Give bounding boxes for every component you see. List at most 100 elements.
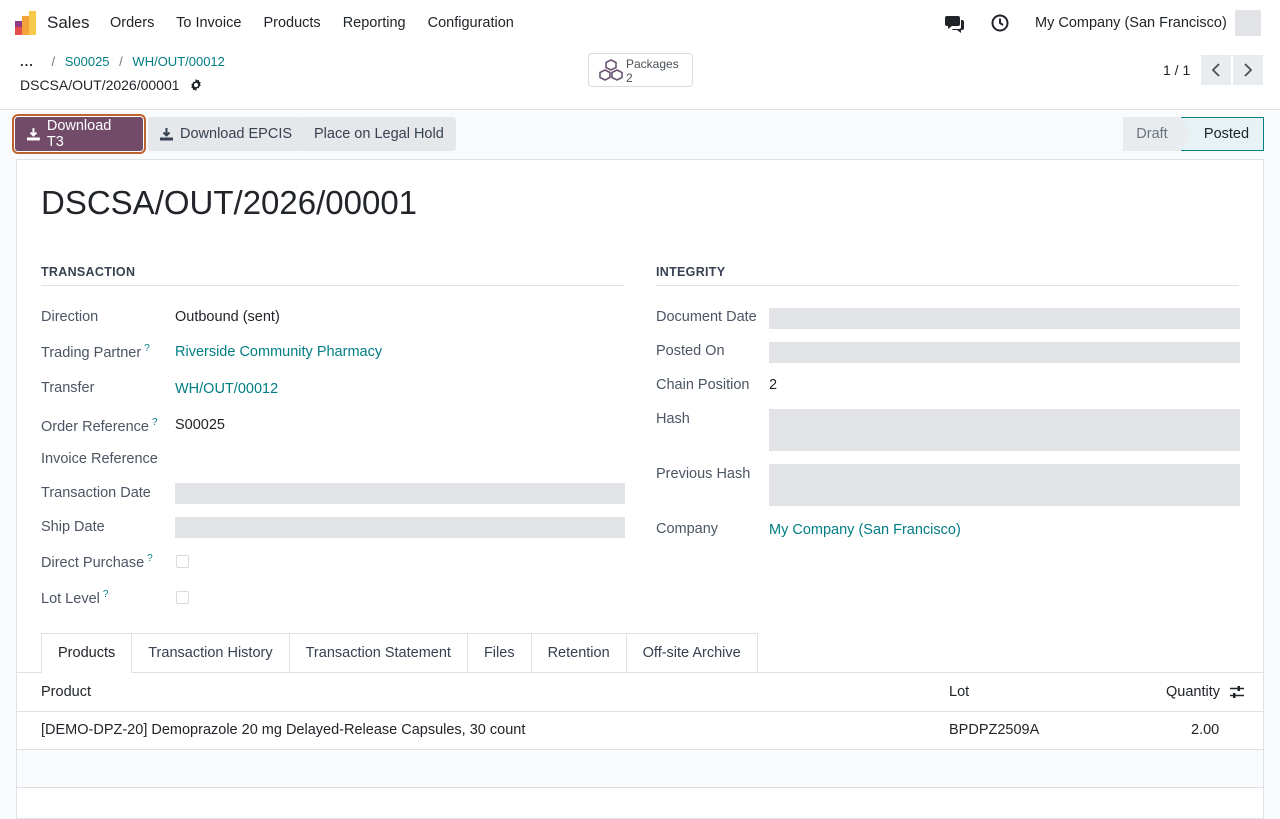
clock-icon[interactable] bbox=[990, 13, 1010, 33]
column-header-quantity[interactable]: Quantity bbox=[1166, 684, 1220, 700]
hash-field[interactable] bbox=[769, 409, 1240, 451]
breadcrumb-transfer[interactable]: WH/OUT/00012 bbox=[132, 54, 224, 69]
chain-position-value[interactable]: 2 bbox=[769, 377, 777, 393]
current-record-name: DSCSA/OUT/2026/00001 bbox=[20, 77, 180, 93]
company-label: Company bbox=[656, 521, 719, 537]
download-epcis-label: Download EPCIS bbox=[180, 126, 293, 142]
column-settings-icon[interactable] bbox=[1229, 684, 1245, 700]
app-name[interactable]: Sales bbox=[47, 13, 90, 33]
chevron-left-icon bbox=[1211, 63, 1220, 77]
transaction-date-label: Transaction Date bbox=[41, 485, 151, 501]
breadcrumb-separator: / bbox=[119, 54, 123, 69]
tab-retention[interactable]: Retention bbox=[531, 633, 627, 673]
gear-icon[interactable] bbox=[189, 78, 203, 92]
packages-label: Packages bbox=[626, 57, 679, 71]
notebook-tabs: Products Transaction History Transaction… bbox=[41, 633, 758, 673]
packages-icon bbox=[599, 59, 623, 81]
transaction-date-field[interactable] bbox=[175, 483, 625, 504]
menu-configuration[interactable]: Configuration bbox=[428, 15, 514, 31]
lot-level-checkbox[interactable] bbox=[176, 591, 189, 604]
transfer-label: Transfer bbox=[41, 380, 95, 396]
top-navbar: Sales Orders To Invoice Products Reporti… bbox=[0, 0, 1280, 46]
trading-partner-label: Trading Partner? bbox=[41, 343, 150, 361]
order-reference-value[interactable]: S00025 bbox=[175, 417, 225, 433]
control-panel: ... / S00025 / WH/OUT/00012 DSCSA/OUT/20… bbox=[0, 46, 1280, 110]
status-posted[interactable]: Posted bbox=[1181, 117, 1264, 151]
packages-smart-button[interactable]: Packages 2 bbox=[588, 53, 693, 87]
menu-products[interactable]: Products bbox=[263, 15, 320, 31]
column-header-product[interactable]: Product bbox=[41, 684, 91, 700]
trading-partner-link[interactable]: Riverside Community Pharmacy bbox=[175, 344, 382, 360]
company-switcher[interactable]: My Company (San Francisco) bbox=[1035, 15, 1227, 31]
breadcrumb: ... / S00025 / WH/OUT/00012 bbox=[20, 54, 225, 69]
direct-purchase-label-text: Direct Purchase bbox=[41, 554, 145, 571]
previous-hash-field[interactable] bbox=[769, 464, 1240, 506]
legal-hold-label: Place on Legal Hold bbox=[314, 126, 444, 142]
table-header-divider bbox=[17, 711, 1263, 712]
transaction-heading: TRANSACTION bbox=[41, 265, 624, 286]
form-sheet: DSCSA/OUT/2026/00001 TRANSACTION Directi… bbox=[16, 159, 1264, 819]
tab-transaction-history[interactable]: Transaction History bbox=[132, 633, 290, 673]
invoice-reference-label: Invoice Reference bbox=[41, 451, 158, 467]
order-reference-label: Order Reference? bbox=[41, 417, 158, 435]
tab-offsite-archive[interactable]: Off-site Archive bbox=[626, 633, 758, 673]
legal-hold-button[interactable]: Place on Legal Hold bbox=[302, 117, 456, 151]
integrity-heading: INTEGRITY bbox=[656, 265, 1239, 286]
packages-count: 2 bbox=[626, 71, 633, 85]
download-t3-button[interactable]: Download T3 bbox=[12, 114, 146, 154]
user-avatar[interactable] bbox=[1235, 10, 1261, 36]
trading-partner-label-text: Trading Partner bbox=[41, 344, 142, 361]
chain-position-label: Chain Position bbox=[656, 377, 750, 393]
menu-reporting[interactable]: Reporting bbox=[343, 15, 406, 31]
breadcrumb-ellipsis[interactable]: ... bbox=[20, 54, 34, 69]
direction-label: Direction bbox=[41, 309, 99, 325]
breadcrumb-separator: / bbox=[51, 54, 56, 69]
app-logo-icon[interactable] bbox=[15, 11, 37, 35]
row-lot[interactable]: BPDPZ2509A bbox=[949, 722, 1039, 738]
document-date-label: Document Date bbox=[656, 309, 757, 325]
direct-purchase-label: Direct Purchase? bbox=[41, 553, 153, 571]
chat-icon[interactable] bbox=[945, 13, 965, 33]
row-product[interactable]: [DEMO-DPZ-20] Demoprazole 20 mg Delayed-… bbox=[41, 722, 525, 738]
record-title: DSCSA/OUT/2026/00001 bbox=[41, 184, 418, 221]
transfer-link[interactable]: WH/OUT/00012 bbox=[175, 381, 278, 397]
pager-value[interactable]: 1 / 1 bbox=[1163, 62, 1190, 78]
ship-date-label: Ship Date bbox=[41, 519, 105, 535]
download-t3-label: Download T3 bbox=[46, 118, 112, 150]
menu-orders[interactable]: Orders bbox=[110, 15, 154, 31]
direction-value[interactable]: Outbound (sent) bbox=[175, 309, 280, 325]
lot-level-label: Lot Level? bbox=[41, 589, 108, 607]
main-menu: Orders To Invoice Products Reporting Con… bbox=[110, 15, 532, 31]
pager-next-button[interactable] bbox=[1233, 55, 1263, 85]
order-reference-label-text: Order Reference bbox=[41, 418, 149, 435]
previous-hash-label: Previous Hash bbox=[656, 466, 751, 482]
help-tooltip-icon[interactable]: ? bbox=[144, 343, 150, 354]
download-icon bbox=[27, 127, 40, 140]
tab-files[interactable]: Files bbox=[467, 633, 532, 673]
breadcrumb-sale-order[interactable]: S00025 bbox=[65, 54, 110, 69]
status-bar: Draft Posted bbox=[1123, 117, 1264, 151]
chevron-right-icon bbox=[1244, 63, 1253, 77]
pager-previous-button[interactable] bbox=[1201, 55, 1231, 85]
direct-purchase-checkbox[interactable] bbox=[176, 555, 189, 568]
posted-on-label: Posted On bbox=[656, 343, 725, 359]
lot-level-label-text: Lot Level bbox=[41, 590, 100, 607]
menu-to-invoice[interactable]: To Invoice bbox=[176, 15, 241, 31]
tab-products[interactable]: Products bbox=[41, 633, 133, 673]
help-tooltip-icon[interactable]: ? bbox=[103, 589, 109, 600]
row-quantity[interactable]: 2.00 bbox=[1191, 722, 1219, 738]
status-draft[interactable]: Draft bbox=[1123, 117, 1181, 151]
empty-table-row bbox=[17, 750, 1263, 788]
hash-label: Hash bbox=[656, 411, 690, 427]
ship-date-field[interactable] bbox=[175, 517, 625, 538]
posted-on-field[interactable] bbox=[769, 342, 1240, 363]
breadcrumb-current: DSCSA/OUT/2026/00001 bbox=[20, 77, 203, 93]
tab-transaction-statement[interactable]: Transaction Statement bbox=[289, 633, 468, 673]
document-date-field[interactable] bbox=[769, 308, 1240, 329]
download-epcis-button[interactable]: Download EPCIS bbox=[148, 117, 305, 151]
column-header-lot[interactable]: Lot bbox=[949, 684, 969, 700]
company-link[interactable]: My Company (San Francisco) bbox=[769, 522, 961, 538]
help-tooltip-icon[interactable]: ? bbox=[152, 417, 158, 428]
help-tooltip-icon[interactable]: ? bbox=[147, 553, 153, 564]
download-icon bbox=[160, 127, 173, 140]
